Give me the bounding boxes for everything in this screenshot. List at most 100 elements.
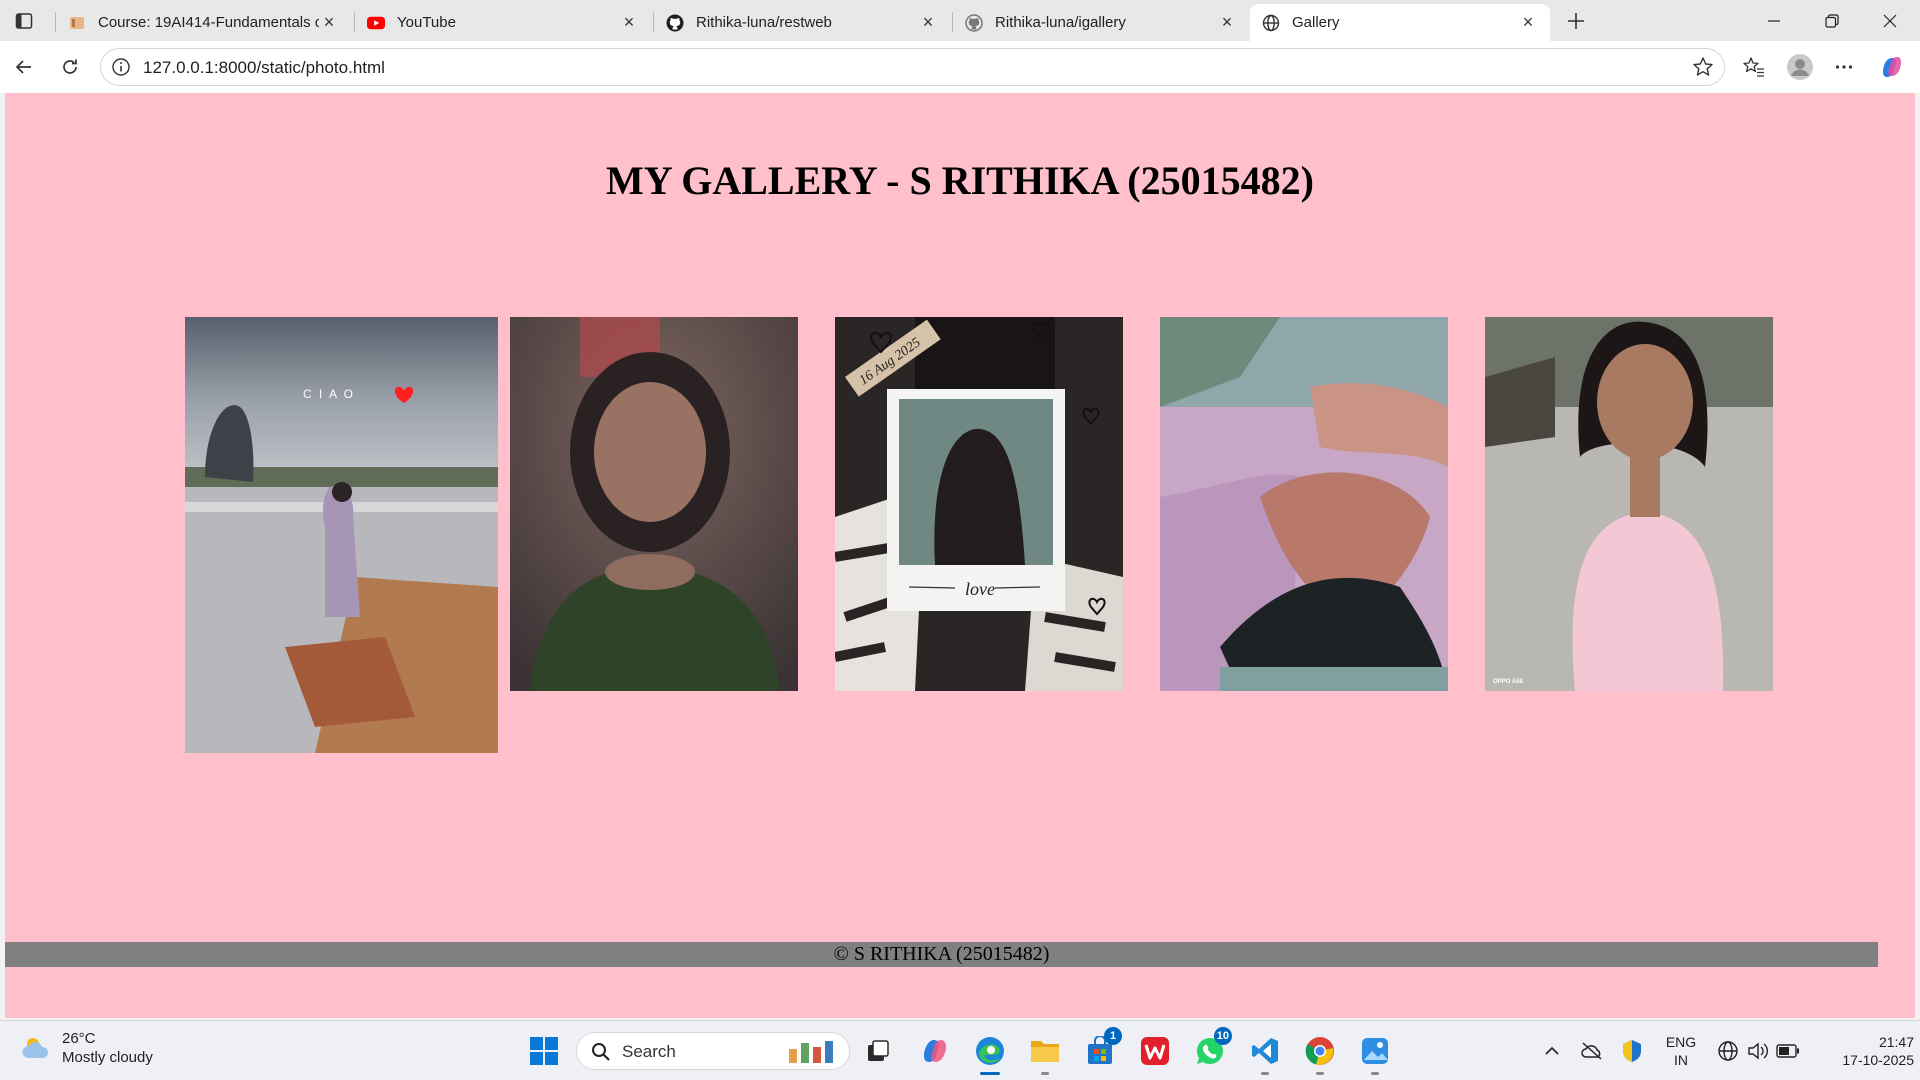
photo-lying-down-lavender (1160, 317, 1448, 691)
tab-title: Course: 19AI414-Fundamentals of (98, 14, 319, 31)
vertical-tabs-icon (15, 13, 33, 29)
weather-widget[interactable]: 26°C Mostly cloudy (20, 1029, 153, 1067)
restore-button[interactable] (1803, 0, 1861, 41)
favorite-star-icon[interactable] (1692, 56, 1714, 78)
start-button[interactable] (524, 1031, 564, 1071)
copilot-icon (1883, 57, 1901, 77)
chrome-button[interactable] (1300, 1031, 1340, 1075)
gallery-photo-2 (510, 317, 798, 691)
back-button[interactable] (8, 51, 40, 83)
battery-button[interactable] (1768, 1031, 1808, 1071)
tab-gallery-active[interactable]: Gallery × (1250, 4, 1550, 41)
plus-icon (1568, 13, 1584, 29)
chevron-up-icon (1545, 1046, 1559, 1055)
tab-strip: Course: 19AI414-Fundamentals of × YouTub… (0, 0, 1920, 41)
clock-time: 21:47 (1878, 1034, 1914, 1050)
show-hidden-icons-button[interactable] (1532, 1031, 1572, 1071)
globe-icon (1262, 14, 1280, 32)
url-text[interactable]: 127.0.0.1:8000/static/photo.html (143, 58, 385, 78)
gallery-photo-3: love 16 Aug 2025 (835, 317, 1123, 691)
cloud-offline-icon (1581, 1042, 1602, 1060)
minimize-button[interactable] (1745, 0, 1803, 41)
tab-igallery[interactable]: Rithika-luna/igallery × (953, 4, 1249, 41)
security-tray-button[interactable] (1612, 1031, 1652, 1071)
copilot-button[interactable] (1876, 51, 1908, 83)
windows-taskbar: 26°C Mostly cloudy Search 1 10 ENG IN 21… (0, 1020, 1920, 1080)
photos-app-button[interactable] (1355, 1031, 1395, 1075)
camera-watermark: OPPO A58 (1493, 679, 1523, 685)
taskbar-search-box[interactable]: Search (576, 1032, 850, 1070)
task-view-icon (868, 1040, 889, 1061)
running-indicator (1371, 1072, 1379, 1075)
running-indicator (1041, 1072, 1049, 1075)
page-body: MY GALLERY - S RITHIKA (25015482) C I A … (5, 93, 1915, 1018)
close-tab-icon[interactable]: × (319, 12, 339, 33)
edge-browser-button[interactable] (970, 1031, 1010, 1075)
info-icon[interactable] (111, 57, 131, 77)
refresh-button[interactable] (54, 51, 86, 83)
tab-actions-menu-button[interactable] (8, 8, 40, 34)
page-title: MY GALLERY - S RITHIKA (25015482) (606, 158, 1314, 203)
language-indicator[interactable]: ENG IN (1656, 1033, 1706, 1069)
settings-more-button[interactable] (1828, 51, 1860, 83)
shield-icon (1623, 1040, 1641, 1062)
copilot-icon (924, 1040, 946, 1062)
tab-title: Gallery (1292, 14, 1340, 31)
course-favicon-icon (68, 14, 86, 32)
weather-condition: Mostly cloudy (62, 1049, 153, 1066)
close-tab-icon[interactable]: × (619, 12, 639, 33)
photo-portrait-green-dress (510, 317, 798, 691)
clock-date: 17-10-2025 (1842, 1052, 1914, 1068)
favorites-button[interactable] (1738, 51, 1770, 83)
refresh-icon (63, 59, 77, 74)
search-placeholder: Search (622, 1042, 676, 1061)
minimize-icon (1768, 19, 1780, 22)
close-tab-icon[interactable]: × (1518, 12, 1538, 33)
address-bar[interactable]: 127.0.0.1:8000/static/photo.html (100, 48, 1725, 86)
heart-icon (394, 386, 414, 403)
task-view-button[interactable] (858, 1031, 898, 1071)
weather-temperature: 26°C (62, 1030, 96, 1047)
copilot-app-button[interactable] (915, 1031, 955, 1071)
favorites-icon (1743, 57, 1764, 77)
chrome-icon (1305, 1037, 1334, 1065)
tab-course[interactable]: Course: 19AI414-Fundamentals of × (56, 4, 351, 41)
photo-statue-walkway (185, 317, 498, 753)
file-explorer-button[interactable] (1025, 1031, 1065, 1075)
gallery-photo-5: OPPO A58 (1485, 317, 1773, 691)
notification-badge: 1 (1104, 1027, 1122, 1045)
close-window-button[interactable] (1861, 0, 1919, 41)
clock[interactable]: 21:47 17-10-2025 (1808, 1033, 1914, 1069)
photo-portrait-pink-dress (1485, 317, 1773, 691)
close-icon (1883, 14, 1897, 27)
gallery-photo-4 (1160, 317, 1448, 691)
whatsapp-button[interactable]: 10 (1190, 1027, 1232, 1071)
language-code: ENG (1665, 1034, 1697, 1050)
region-code: IN (1674, 1052, 1688, 1068)
more-dots-icon (1835, 65, 1853, 69)
gallery-photo-1: C I A O (185, 317, 498, 753)
tab-title: Rithika-luna/igallery (995, 14, 1126, 31)
running-indicator (1316, 1072, 1324, 1075)
running-indicator (980, 1072, 1000, 1075)
tab-title: YouTube (397, 14, 456, 31)
cloudy-weather-icon (22, 1038, 49, 1058)
profile-button[interactable] (1784, 51, 1816, 83)
page-footer: © S RITHIKA (25015482) (5, 942, 1878, 967)
windows-start-icon (530, 1037, 558, 1065)
vscode-button[interactable] (1245, 1031, 1285, 1075)
photo-polaroid-collage: love 16 Aug 2025 (835, 317, 1123, 691)
search-highlight-icon (789, 1041, 833, 1063)
search-icon (592, 1043, 610, 1061)
microsoft-store-button[interactable]: 1 (1080, 1027, 1122, 1071)
close-tab-icon[interactable]: × (918, 12, 938, 33)
tab-restweb[interactable]: Rithika-luna/restweb × (654, 4, 950, 41)
wps-office-button[interactable] (1135, 1031, 1175, 1071)
new-tab-button[interactable] (1560, 6, 1592, 36)
tab-youtube[interactable]: YouTube × (355, 4, 651, 41)
speaker-icon (1748, 1042, 1768, 1060)
close-tab-icon[interactable]: × (1217, 12, 1237, 33)
globe-network-icon (1718, 1041, 1738, 1061)
notification-badge: 10 (1213, 1027, 1232, 1045)
onedrive-tray-button[interactable] (1572, 1031, 1612, 1071)
